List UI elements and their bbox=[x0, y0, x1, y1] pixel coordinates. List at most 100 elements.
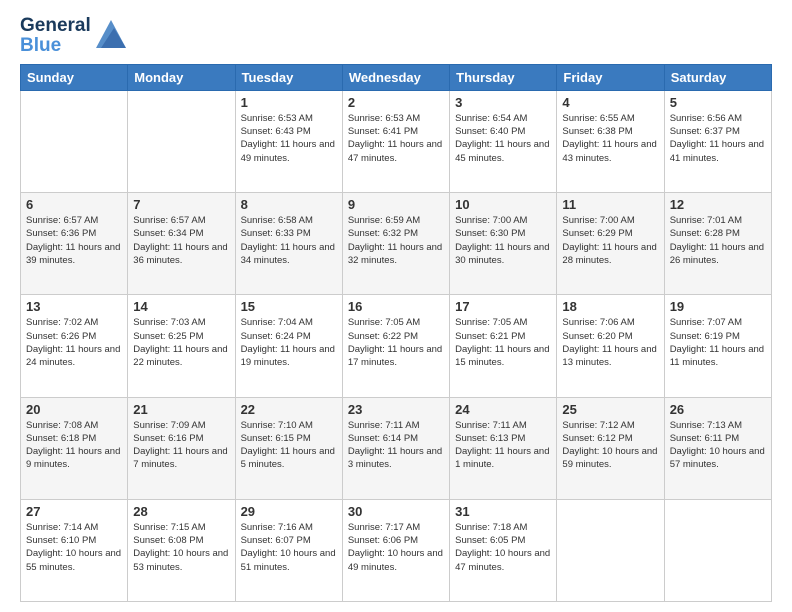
day-number: 24 bbox=[455, 402, 551, 417]
day-info: Sunrise: 6:58 AM Sunset: 6:33 PM Dayligh… bbox=[241, 214, 337, 267]
day-number: 10 bbox=[455, 197, 551, 212]
calendar-cell: 21 Sunrise: 7:09 AM Sunset: 6:16 PM Dayli… bbox=[128, 397, 235, 499]
calendar-cell: 30 Sunrise: 7:17 AM Sunset: 6:06 PM Dayli… bbox=[342, 499, 449, 601]
calendar-cell: 15 Sunrise: 7:04 AM Sunset: 6:24 PM Dayli… bbox=[235, 295, 342, 397]
day-number: 18 bbox=[562, 299, 658, 314]
day-info: Sunrise: 6:55 AM Sunset: 6:38 PM Dayligh… bbox=[562, 112, 658, 165]
day-number: 7 bbox=[133, 197, 229, 212]
calendar-cell: 24 Sunrise: 7:11 AM Sunset: 6:13 PM Dayli… bbox=[450, 397, 557, 499]
day-number: 25 bbox=[562, 402, 658, 417]
day-info: Sunrise: 7:04 AM Sunset: 6:24 PM Dayligh… bbox=[241, 316, 337, 369]
day-info: Sunrise: 7:03 AM Sunset: 6:25 PM Dayligh… bbox=[133, 316, 229, 369]
calendar-week-row: 6 Sunrise: 6:57 AM Sunset: 6:36 PM Daylig… bbox=[21, 193, 772, 295]
calendar-cell: 12 Sunrise: 7:01 AM Sunset: 6:28 PM Dayli… bbox=[664, 193, 771, 295]
day-info: Sunrise: 7:05 AM Sunset: 6:22 PM Dayligh… bbox=[348, 316, 444, 369]
day-number: 29 bbox=[241, 504, 337, 519]
calendar-week-row: 13 Sunrise: 7:02 AM Sunset: 6:26 PM Dayli… bbox=[21, 295, 772, 397]
calendar-cell: 4 Sunrise: 6:55 AM Sunset: 6:38 PM Daylig… bbox=[557, 90, 664, 192]
calendar-cell: 8 Sunrise: 6:58 AM Sunset: 6:33 PM Daylig… bbox=[235, 193, 342, 295]
day-number: 9 bbox=[348, 197, 444, 212]
calendar-week-row: 27 Sunrise: 7:14 AM Sunset: 6:10 PM Dayli… bbox=[21, 499, 772, 601]
calendar-cell: 5Sunrise: 6:56 AM Sunset: 6:37 PM Daylig… bbox=[664, 90, 771, 192]
calendar-cell: 2Sunrise: 6:53 AM Sunset: 6:41 PM Daylig… bbox=[342, 90, 449, 192]
day-number: 3 bbox=[455, 95, 551, 110]
day-info: Sunrise: 7:11 AM Sunset: 6:13 PM Dayligh… bbox=[455, 419, 551, 472]
day-number: 30 bbox=[348, 504, 444, 519]
day-number: 21 bbox=[133, 402, 229, 417]
day-number: 14 bbox=[133, 299, 229, 314]
day-number: 19 bbox=[670, 299, 766, 314]
weekday-header: Sunday bbox=[21, 64, 128, 90]
day-number: 11 bbox=[562, 197, 658, 212]
calendar-cell: 6 Sunrise: 6:57 AM Sunset: 6:36 PM Daylig… bbox=[21, 193, 128, 295]
calendar-cell bbox=[557, 499, 664, 601]
day-info: Sunrise: 7:16 AM Sunset: 6:07 PM Dayligh… bbox=[241, 521, 337, 574]
weekday-header: Saturday bbox=[664, 64, 771, 90]
calendar-cell: 14 Sunrise: 7:03 AM Sunset: 6:25 PM Dayli… bbox=[128, 295, 235, 397]
header: General Blue bbox=[20, 16, 772, 56]
logo-icon bbox=[96, 20, 126, 53]
page: General Blue SundayMondayTues bbox=[0, 0, 792, 612]
calendar-cell: 29 Sunrise: 7:16 AM Sunset: 6:07 PM Dayli… bbox=[235, 499, 342, 601]
day-info: Sunrise: 6:59 AM Sunset: 6:32 PM Dayligh… bbox=[348, 214, 444, 267]
day-info: Sunrise: 7:10 AM Sunset: 6:15 PM Dayligh… bbox=[241, 419, 337, 472]
day-number: 31 bbox=[455, 504, 551, 519]
weekday-header: Wednesday bbox=[342, 64, 449, 90]
calendar-cell: 1 Sunrise: 6:53 AM Sunset: 6:43 PM Daylig… bbox=[235, 90, 342, 192]
day-info: Sunrise: 7:18 AM Sunset: 6:05 PM Dayligh… bbox=[455, 521, 551, 574]
calendar-cell: 28Sunrise: 7:15 AM Sunset: 6:08 PM Dayli… bbox=[128, 499, 235, 601]
day-info: Sunrise: 6:57 AM Sunset: 6:36 PM Dayligh… bbox=[26, 214, 122, 267]
day-number: 2 bbox=[348, 95, 444, 110]
logo: General Blue bbox=[20, 16, 126, 56]
calendar-cell: 18 Sunrise: 7:06 AM Sunset: 6:20 PM Dayli… bbox=[557, 295, 664, 397]
calendar-cell: 7Sunrise: 6:57 AM Sunset: 6:34 PM Daylig… bbox=[128, 193, 235, 295]
calendar-table: SundayMondayTuesdayWednesdayThursdayFrid… bbox=[20, 64, 772, 602]
weekday-header: Monday bbox=[128, 64, 235, 90]
day-info: Sunrise: 7:01 AM Sunset: 6:28 PM Dayligh… bbox=[670, 214, 766, 267]
day-number: 1 bbox=[241, 95, 337, 110]
calendar-cell bbox=[128, 90, 235, 192]
weekday-header: Thursday bbox=[450, 64, 557, 90]
day-info: Sunrise: 7:12 AM Sunset: 6:12 PM Dayligh… bbox=[562, 419, 658, 472]
calendar-cell bbox=[21, 90, 128, 192]
calendar-week-row: 20 Sunrise: 7:08 AM Sunset: 6:18 PM Dayli… bbox=[21, 397, 772, 499]
day-info: Sunrise: 7:11 AM Sunset: 6:14 PM Dayligh… bbox=[348, 419, 444, 472]
calendar-cell: 9 Sunrise: 6:59 AM Sunset: 6:32 PM Daylig… bbox=[342, 193, 449, 295]
calendar-cell bbox=[664, 499, 771, 601]
day-number: 8 bbox=[241, 197, 337, 212]
calendar-cell: 23 Sunrise: 7:11 AM Sunset: 6:14 PM Dayli… bbox=[342, 397, 449, 499]
calendar-cell: 16 Sunrise: 7:05 AM Sunset: 6:22 PM Dayli… bbox=[342, 295, 449, 397]
day-info: Sunrise: 7:00 AM Sunset: 6:29 PM Dayligh… bbox=[562, 214, 658, 267]
calendar-cell: 31 Sunrise: 7:18 AM Sunset: 6:05 PM Dayli… bbox=[450, 499, 557, 601]
day-info: Sunrise: 7:09 AM Sunset: 6:16 PM Dayligh… bbox=[133, 419, 229, 472]
day-number: 6 bbox=[26, 197, 122, 212]
day-info: Sunrise: 7:06 AM Sunset: 6:20 PM Dayligh… bbox=[562, 316, 658, 369]
day-info: Sunrise: 7:02 AM Sunset: 6:26 PM Dayligh… bbox=[26, 316, 122, 369]
calendar-cell: 22Sunrise: 7:10 AM Sunset: 6:15 PM Dayli… bbox=[235, 397, 342, 499]
calendar-cell: 17Sunrise: 7:05 AM Sunset: 6:21 PM Dayli… bbox=[450, 295, 557, 397]
calendar-cell: 19 Sunrise: 7:07 AM Sunset: 6:19 PM Dayli… bbox=[664, 295, 771, 397]
day-info: Sunrise: 6:56 AM Sunset: 6:37 PM Dayligh… bbox=[670, 112, 766, 165]
calendar-cell: 26Sunrise: 7:13 AM Sunset: 6:11 PM Dayli… bbox=[664, 397, 771, 499]
day-info: Sunrise: 7:07 AM Sunset: 6:19 PM Dayligh… bbox=[670, 316, 766, 369]
day-info: Sunrise: 7:14 AM Sunset: 6:10 PM Dayligh… bbox=[26, 521, 122, 574]
day-number: 12 bbox=[670, 197, 766, 212]
day-number: 15 bbox=[241, 299, 337, 314]
day-number: 16 bbox=[348, 299, 444, 314]
day-number: 23 bbox=[348, 402, 444, 417]
day-info: Sunrise: 7:08 AM Sunset: 6:18 PM Dayligh… bbox=[26, 419, 122, 472]
calendar-cell: 3Sunrise: 6:54 AM Sunset: 6:40 PM Daylig… bbox=[450, 90, 557, 192]
day-number: 20 bbox=[26, 402, 122, 417]
calendar-cell: 11 Sunrise: 7:00 AM Sunset: 6:29 PM Dayli… bbox=[557, 193, 664, 295]
day-number: 17 bbox=[455, 299, 551, 314]
weekday-header-row: SundayMondayTuesdayWednesdayThursdayFrid… bbox=[21, 64, 772, 90]
day-info: Sunrise: 7:15 AM Sunset: 6:08 PM Dayligh… bbox=[133, 521, 229, 574]
day-number: 4 bbox=[562, 95, 658, 110]
logo-blue: Blue bbox=[20, 36, 91, 56]
calendar-cell: 20 Sunrise: 7:08 AM Sunset: 6:18 PM Dayli… bbox=[21, 397, 128, 499]
day-info: Sunrise: 6:53 AM Sunset: 6:43 PM Dayligh… bbox=[241, 112, 337, 165]
day-number: 27 bbox=[26, 504, 122, 519]
day-number: 13 bbox=[26, 299, 122, 314]
day-info: Sunrise: 7:17 AM Sunset: 6:06 PM Dayligh… bbox=[348, 521, 444, 574]
calendar-cell: 27 Sunrise: 7:14 AM Sunset: 6:10 PM Dayli… bbox=[21, 499, 128, 601]
